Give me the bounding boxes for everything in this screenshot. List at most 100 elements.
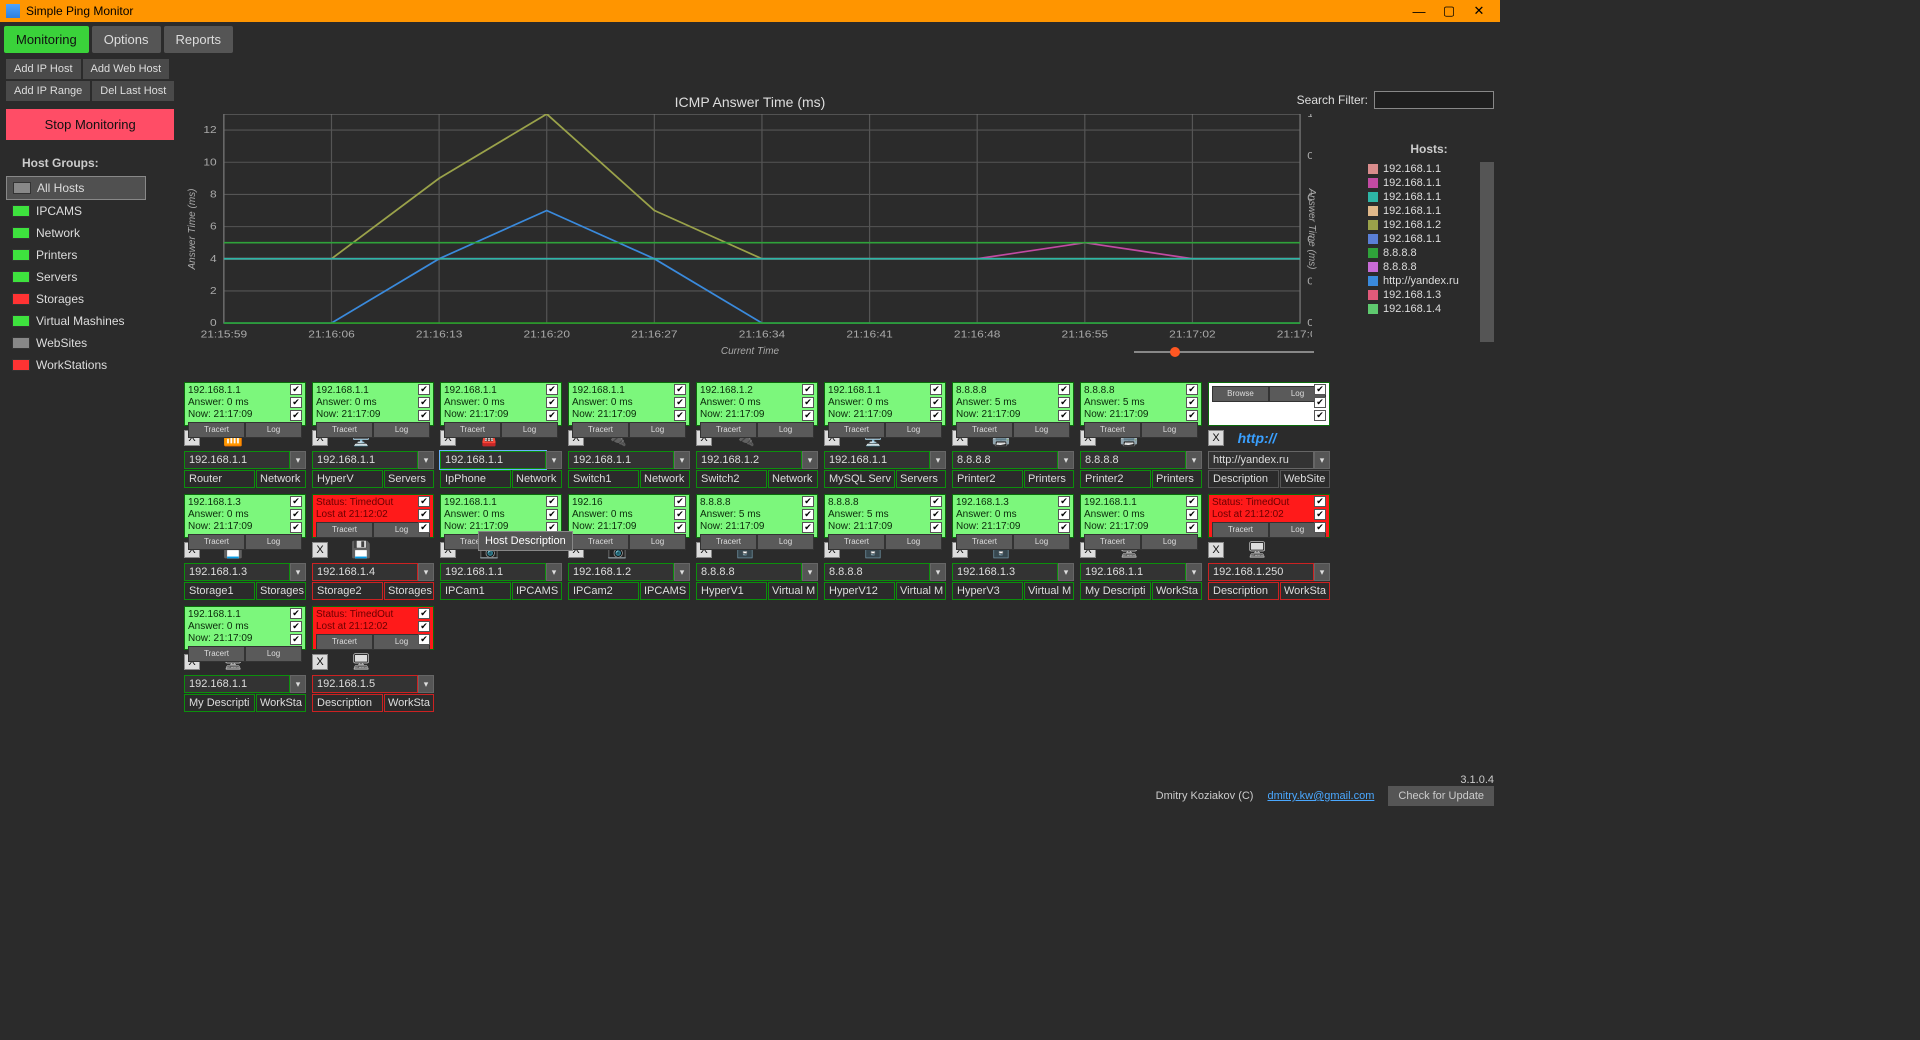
log-button[interactable]: Log [245,534,302,550]
host-check1[interactable]: ✔ [546,384,558,395]
tracert-button[interactable]: Tracert [572,534,629,550]
check-update-button[interactable]: Check for Update [1388,786,1494,806]
host-ip-dropdown[interactable]: ▾ [930,563,946,581]
host-check1[interactable]: ✔ [1058,496,1070,507]
host-check3[interactable]: ✔ [1314,410,1326,421]
host-delete-button[interactable]: X [312,542,328,558]
hostgroup-servers[interactable]: Servers [6,266,146,288]
host-delete-button[interactable]: X [1208,542,1224,558]
host-check2[interactable]: ✔ [418,509,430,520]
search-input[interactable] [1374,91,1494,109]
host-ip-dropdown[interactable]: ▾ [1058,563,1074,581]
tracert-button[interactable]: Tracert [188,422,245,438]
host-ip-field[interactable]: 192.168.1.1 [184,451,290,469]
host-ip-dropdown[interactable]: ▾ [1186,563,1202,581]
host-description-field[interactable]: Description [312,694,383,712]
host-ip-field[interactable]: 192.168.1.2 [568,563,674,581]
host-group-field[interactable]: WebSite [1280,470,1330,488]
host-check3[interactable]: ✔ [1314,522,1326,533]
tab-options[interactable]: Options [92,26,161,53]
host-description-field[interactable]: Storage1 [184,582,255,600]
legend-item[interactable]: 192.168.1.1 [1364,204,1480,218]
host-ip-dropdown[interactable]: ▾ [802,451,818,469]
host-check1[interactable]: ✔ [930,496,942,507]
host-check3[interactable]: ✔ [802,522,814,533]
tab-reports[interactable]: Reports [164,26,234,53]
host-check1[interactable]: ✔ [1314,496,1326,507]
host-group-field[interactable]: Virtual M [1024,582,1074,600]
log-button[interactable]: Log [245,646,302,662]
host-check3[interactable]: ✔ [1186,522,1198,533]
host-check3[interactable]: ✔ [418,410,430,421]
host-group-field[interactable]: WorkSta [384,694,434,712]
host-check2[interactable]: ✔ [674,397,686,408]
host-ip-field[interactable]: 192.168.1.3 [184,563,290,581]
host-check1[interactable]: ✔ [930,384,942,395]
host-description-field[interactable]: Description [1208,470,1279,488]
host-ip-dropdown[interactable]: ▾ [418,675,434,693]
host-delete-button[interactable]: X [312,654,328,670]
host-group-field[interactable]: Virtual M [768,582,818,600]
minimize-button[interactable]: — [1404,0,1434,22]
host-group-field[interactable]: IPCAMS [512,582,562,600]
host-ip-field[interactable]: 8.8.8.8 [824,563,930,581]
hostgroup-all-hosts[interactable]: All Hosts [6,176,146,200]
author-email[interactable]: dmitry.kw@gmail.com [1267,790,1374,802]
host-ip-dropdown[interactable]: ▾ [418,451,434,469]
host-check2[interactable]: ✔ [1314,397,1326,408]
host-check3[interactable]: ✔ [674,410,686,421]
host-check1[interactable]: ✔ [290,496,302,507]
legend-item[interactable]: 192.168.1.1 [1364,176,1480,190]
host-check2[interactable]: ✔ [1186,397,1198,408]
host-check3[interactable]: ✔ [418,634,430,645]
log-button[interactable]: Log [1013,422,1070,438]
host-group-field[interactable]: Servers [896,470,946,488]
host-check1[interactable]: ✔ [1186,496,1198,507]
host-ip-field[interactable]: 192.168.1.5 [312,675,418,693]
tab-monitoring[interactable]: Monitoring [4,26,89,53]
host-group-field[interactable]: Printers [1024,470,1074,488]
legend-item[interactable]: 192.168.1.3 [1364,288,1480,302]
host-check2[interactable]: ✔ [674,509,686,520]
stop-monitoring-button[interactable]: Stop Monitoring [6,109,174,140]
host-group-field[interactable]: Printers [1152,470,1202,488]
host-ip-field[interactable]: 8.8.8.8 [1080,451,1186,469]
tracert-button[interactable]: Tracert [316,634,373,650]
host-check3[interactable]: ✔ [546,410,558,421]
host-ip-dropdown[interactable]: ▾ [674,451,690,469]
hostgroup-network[interactable]: Network [6,222,146,244]
tracert-button[interactable]: Tracert [828,534,885,550]
tracert-button[interactable]: Tracert [828,422,885,438]
host-check2[interactable]: ✔ [1186,509,1198,520]
log-button[interactable]: Log [1013,534,1070,550]
host-check1[interactable]: ✔ [290,608,302,619]
host-ip-dropdown[interactable]: ▾ [1186,451,1202,469]
host-check3[interactable]: ✔ [674,522,686,533]
host-ip-field[interactable]: 192.168.1.1 [824,451,930,469]
host-description-field[interactable]: My Descripti [184,694,255,712]
host-description-field[interactable]: Router [184,470,255,488]
host-check2[interactable]: ✔ [418,621,430,632]
host-check2[interactable]: ✔ [546,397,558,408]
host-ip-dropdown[interactable]: ▾ [1314,563,1330,581]
hostgroup-websites[interactable]: WebSites [6,332,146,354]
host-check3[interactable]: ✔ [1058,522,1070,533]
time-slider[interactable] [1134,345,1314,359]
log-button[interactable]: Log [885,422,942,438]
host-ip-field[interactable]: 192.168.1.2 [696,451,802,469]
host-check1[interactable]: ✔ [674,496,686,507]
add-ip-host-button[interactable]: Add IP Host [6,59,81,79]
host-description-field[interactable]: IPCam2 [568,582,639,600]
hostgroup-printers[interactable]: Printers [6,244,146,266]
host-check2[interactable]: ✔ [290,397,302,408]
log-button[interactable]: Log [629,534,686,550]
tracert-button[interactable]: Tracert [188,534,245,550]
host-check3[interactable]: ✔ [290,522,302,533]
host-ip-field[interactable]: 192.168.1.1 [184,675,290,693]
host-check3[interactable]: ✔ [930,410,942,421]
legend-item[interactable]: 192.168.1.1 [1364,232,1480,246]
host-check2[interactable]: ✔ [802,397,814,408]
host-description-field[interactable]: Storage2 [312,582,383,600]
host-group-field[interactable]: Servers [384,470,434,488]
host-description-field[interactable]: Printer2 [1080,470,1151,488]
